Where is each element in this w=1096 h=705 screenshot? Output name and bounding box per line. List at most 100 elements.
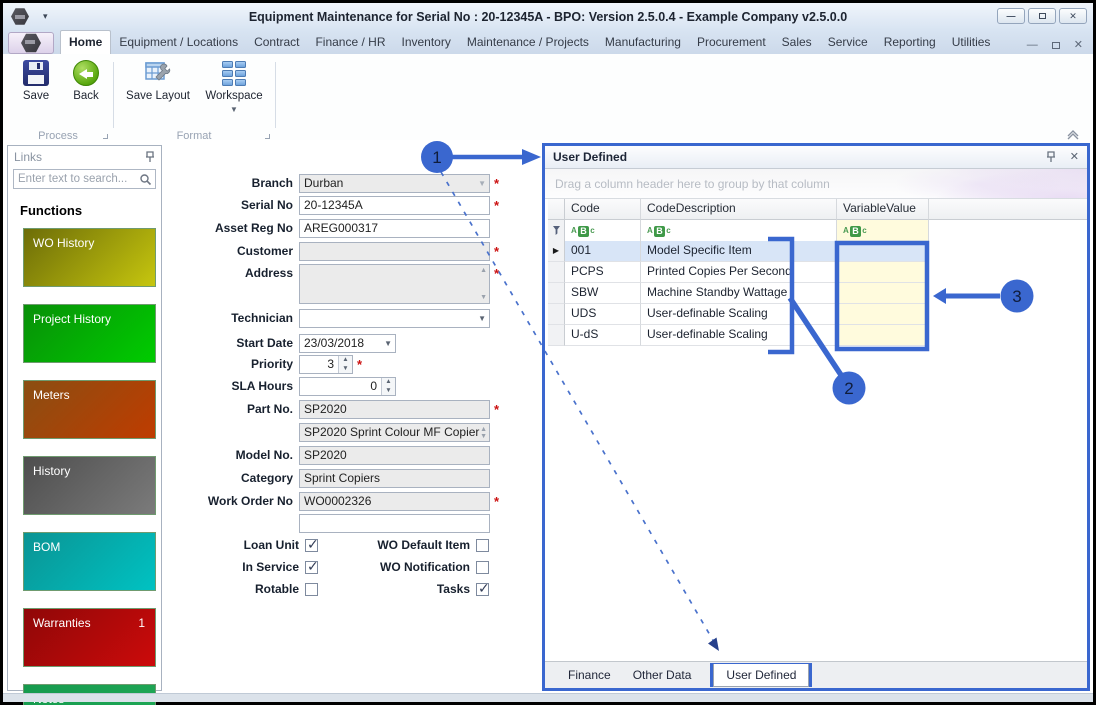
workspace-dropdown-icon: ▼ <box>230 105 238 114</box>
branch-select[interactable]: Durban ▼ <box>299 174 490 193</box>
ribbon-tab-row: Home Equipment / Locations Contract Fina… <box>3 30 1093 54</box>
scroll-down-icon[interactable]: ▼ <box>480 433 487 440</box>
model-no-field[interactable]: SP2020 <box>299 446 490 465</box>
tab-user-defined[interactable]: User Defined <box>713 664 810 687</box>
work-order-description-field[interactable] <box>299 514 490 533</box>
customer-label: Customer <box>236 244 293 258</box>
mdi-minimize-icon[interactable]: — <box>1027 40 1038 51</box>
meters-button[interactable]: Meters <box>23 380 156 439</box>
scroll-down-icon[interactable]: ▼ <box>480 294 487 301</box>
category-label: Category <box>240 471 293 485</box>
user-defined-title: User Defined <box>553 150 628 164</box>
minimize-button[interactable]: — <box>997 8 1025 24</box>
search-input[interactable] <box>14 173 139 185</box>
maximize-button[interactable] <box>1028 8 1056 24</box>
mdi-close-icon[interactable]: ✕ <box>1074 40 1083 51</box>
project-history-button[interactable]: Project History <box>23 304 156 363</box>
group-by-panel[interactable]: Drag a column header here to group by th… <box>545 169 1087 199</box>
variable-value-cell[interactable] <box>837 304 929 325</box>
workspace-button[interactable]: Workspace ▼ <box>199 60 269 122</box>
tab-maintenance-projects[interactable]: Maintenance / Projects <box>459 31 597 54</box>
close-panel-icon[interactable]: ✕ <box>1070 151 1079 163</box>
format-dialog-launcher-icon[interactable] <box>265 134 270 139</box>
tab-manufacturing[interactable]: Manufacturing <box>597 31 689 54</box>
window-frame: ▾ Equipment Maintenance for Serial No : … <box>3 3 1093 705</box>
table-row[interactable]: U-dS User-definable Scaling <box>548 325 1087 346</box>
abc-filter-icon: ABc <box>647 225 671 237</box>
app-window: ▾ Equipment Maintenance for Serial No : … <box>0 0 1096 705</box>
table-row[interactable]: PCPS Printed Copies Per Second <box>548 262 1087 283</box>
save-layout-button[interactable]: Save Layout <box>123 60 193 122</box>
tab-reporting[interactable]: Reporting <box>876 31 944 54</box>
asset-reg-no-field[interactable]: AREG000317 <box>299 219 490 238</box>
spin-up-icon[interactable]: ▲ <box>342 356 348 363</box>
column-header-code[interactable]: Code <box>565 199 641 220</box>
tab-sales[interactable]: Sales <box>774 31 820 54</box>
required-marker: * <box>494 244 500 259</box>
tab-inventory[interactable]: Inventory <box>393 31 458 54</box>
address-field[interactable]: ▲ ▼ <box>299 264 490 304</box>
variable-value-cell[interactable] <box>837 283 929 304</box>
part-description-field[interactable]: SP2020 Sprint Colour MF Copier ▲ ▼ <box>299 423 490 442</box>
process-dialog-launcher-icon[interactable] <box>103 134 108 139</box>
tasks-checkbox[interactable]: ✓ <box>476 580 490 596</box>
technician-label: Technician <box>231 311 293 325</box>
serial-no-field[interactable]: 20-12345A <box>299 196 490 215</box>
column-header-variablevalue[interactable]: VariableValue <box>837 199 929 220</box>
tab-contract[interactable]: Contract <box>246 31 307 54</box>
variable-value-cell[interactable] <box>837 325 929 346</box>
save-button[interactable]: Save <box>11 60 61 122</box>
pin-icon[interactable] <box>1046 151 1056 163</box>
part-no-field[interactable]: SP2020 <box>299 400 490 419</box>
column-header-codedescription[interactable]: CodeDescription <box>641 199 837 220</box>
required-marker: * <box>494 402 500 417</box>
wo-notification-checkbox[interactable]: ✓ <box>476 560 489 574</box>
bom-button[interactable]: BOM <box>23 532 156 591</box>
tab-home[interactable]: Home <box>60 30 112 54</box>
close-button[interactable]: ✕ <box>1059 8 1087 24</box>
filter-cell-codedescription[interactable]: ABc <box>641 220 837 242</box>
required-marker: * <box>357 357 363 372</box>
table-row[interactable]: UDS User-definable Scaling <box>548 304 1087 325</box>
tab-other-data[interactable]: Other Data <box>622 664 703 686</box>
wo-history-button[interactable]: WO History <box>23 228 156 287</box>
search-icon[interactable] <box>139 173 152 186</box>
work-order-no-field[interactable]: WO0002326 <box>299 492 490 511</box>
serial-no-label: Serial No <box>240 198 293 212</box>
tab-procurement[interactable]: Procurement <box>689 31 774 54</box>
pin-icon[interactable] <box>145 151 155 163</box>
tab-equipment-locations[interactable]: Equipment / Locations <box>111 31 246 54</box>
spin-down-icon[interactable]: ▼ <box>385 387 391 394</box>
loan-unit-checkbox[interactable]: ✓ <box>305 536 319 552</box>
filter-cell-variablevalue[interactable]: ABc <box>837 220 929 242</box>
tab-utilities[interactable]: Utilities <box>944 31 999 54</box>
scroll-up-icon[interactable]: ▲ <box>480 267 487 274</box>
scroll-up-icon[interactable]: ▲ <box>480 426 487 433</box>
sla-hours-stepper[interactable]: 0 ▲ ▼ <box>299 377 396 396</box>
application-button[interactable] <box>8 32 54 54</box>
back-button[interactable]: Back <box>61 60 111 122</box>
wo-default-item-checkbox[interactable]: ✓ <box>476 538 489 552</box>
spin-down-icon[interactable]: ▼ <box>342 365 348 372</box>
start-date-picker[interactable]: 23/03/2018 ▼ <box>299 334 396 353</box>
history-button[interactable]: History <box>23 456 156 515</box>
warranties-button[interactable]: Warranties 1 <box>23 608 156 667</box>
rotable-checkbox[interactable]: ✓ <box>305 582 318 596</box>
filter-cell-code[interactable]: ABc <box>565 220 641 242</box>
technician-select[interactable]: ▼ <box>299 309 490 328</box>
mdi-restore-icon[interactable] <box>1051 41 1060 49</box>
variable-value-cell[interactable] <box>837 241 929 262</box>
priority-stepper[interactable]: 3 ▲ ▼ <box>299 355 353 374</box>
spin-up-icon[interactable]: ▲ <box>385 378 391 385</box>
tab-service[interactable]: Service <box>820 31 876 54</box>
table-row[interactable]: ▶ 001 Model Specific Item <box>548 241 1087 262</box>
customer-field[interactable] <box>299 242 490 261</box>
tab-finance[interactable]: Finance <box>557 664 622 686</box>
in-service-checkbox[interactable]: ✓ <box>305 558 319 574</box>
group-by-hint: Drag a column header here to group by th… <box>555 176 830 191</box>
tab-finance-hr[interactable]: Finance / HR <box>307 31 393 54</box>
category-field[interactable]: Sprint Copiers <box>299 469 490 488</box>
table-row[interactable]: SBW Machine Standby Wattage <box>548 283 1087 304</box>
collapse-ribbon-icon[interactable] <box>1065 128 1081 140</box>
variable-value-cell[interactable] <box>837 262 929 283</box>
